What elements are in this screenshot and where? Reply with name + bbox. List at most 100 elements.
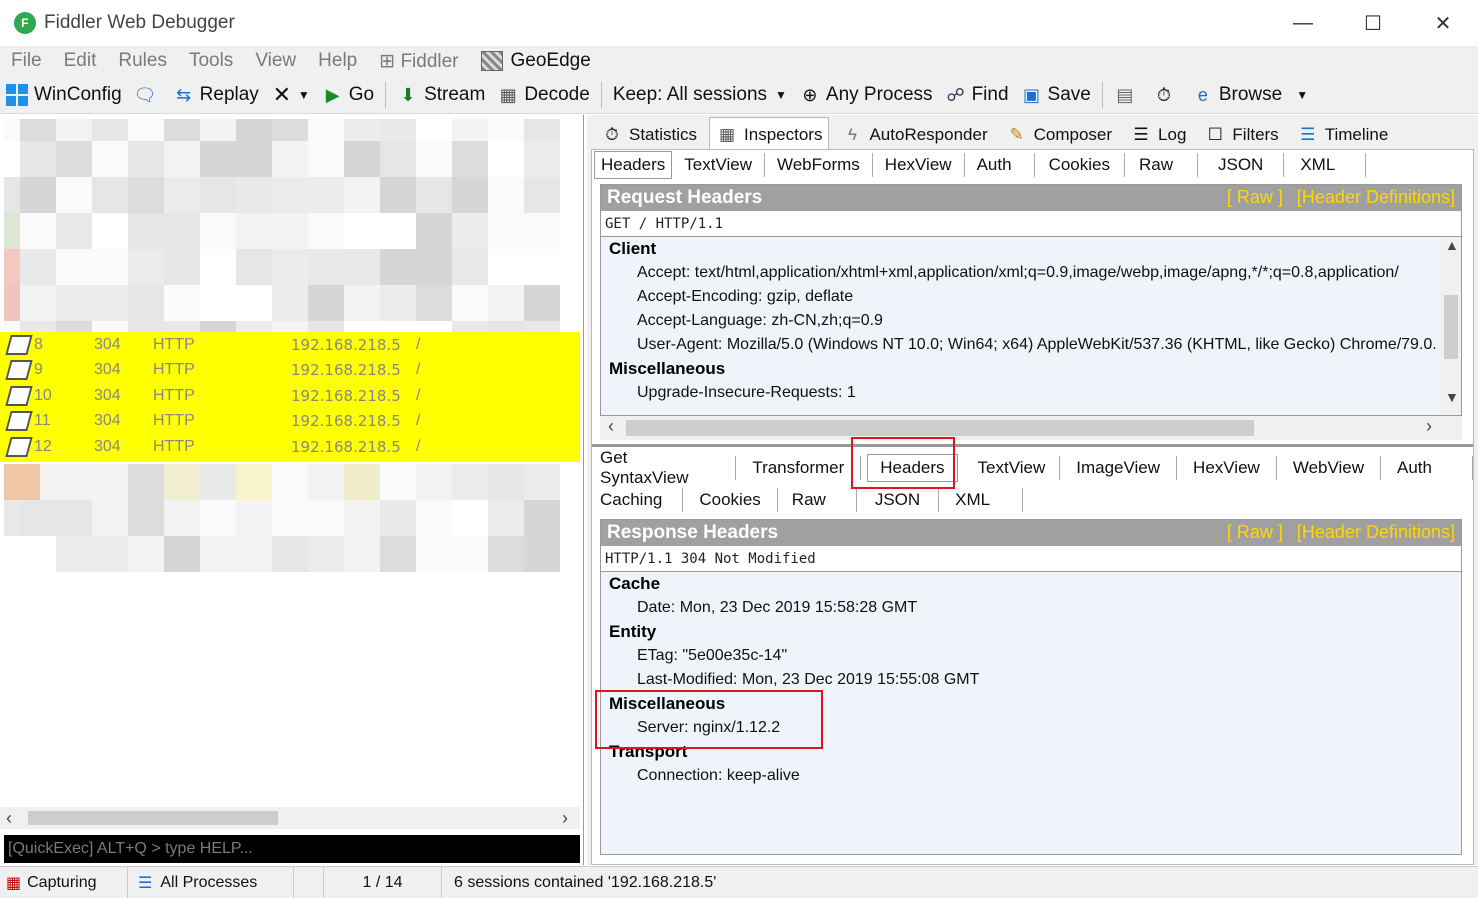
session-row[interactable]: 8 304 HTTP 192.168.218.5/ [0, 332, 580, 358]
response-raw-link[interactable]: [ Raw ] [1227, 522, 1283, 542]
close-button[interactable]: ✕ [1408, 0, 1478, 46]
tab-filters[interactable]: ☐ Filters [1198, 119, 1284, 151]
go-button[interactable]: ▶ Go [316, 78, 380, 112]
mosaic-cell [416, 464, 452, 500]
winconfig-button[interactable]: WinConfig [0, 78, 128, 112]
process-filter[interactable]: ☰ All Processes [128, 866, 294, 898]
session-row[interactable]: 10 304 HTTP 192.168.218.5/ [0, 383, 580, 409]
response-tab-transformer[interactable]: Transformer [736, 456, 862, 480]
splitter[interactable] [592, 444, 1473, 447]
response-tab-hexview[interactable]: HexView [1177, 456, 1277, 480]
response-tab-textview[interactable]: TextView [958, 456, 1061, 480]
status-message: 6 sessions contained '192.168.218.5' [454, 873, 717, 891]
tab-timeline[interactable]: ☰ Timeline [1291, 119, 1395, 151]
mosaic-cell [20, 249, 56, 285]
mosaic-cell [452, 500, 488, 536]
response-tab-json[interactable]: JSON [857, 488, 940, 512]
tab-composer[interactable]: ✎ Composer [1000, 119, 1118, 151]
session-row[interactable]: 11 304 HTTP 192.168.218.5/ [0, 409, 580, 435]
request-tab-raw[interactable]: Raw [1125, 153, 1198, 177]
any-process-button[interactable]: ⊕ Any Process [793, 78, 939, 112]
find-button[interactable]: ☍ Find [939, 78, 1015, 112]
mosaic-cell [488, 249, 524, 285]
decode-icon: ▦ [499, 84, 517, 105]
maximize-button[interactable]: ☐ [1338, 0, 1408, 46]
decode-button[interactable]: ▦ Decode [491, 78, 596, 112]
request-tab-webforms[interactable]: WebForms [765, 153, 873, 177]
mosaic-cell [164, 464, 200, 500]
scroll-left-icon[interactable]: ‹ [6, 808, 12, 829]
request-tab-hexview[interactable]: HexView [873, 153, 965, 177]
mosaic-cell [308, 464, 344, 500]
menu-rules[interactable]: Rules [107, 50, 178, 72]
mosaic-cell [308, 177, 344, 213]
menu-edit[interactable]: Edit [53, 50, 108, 72]
scroll-left-icon[interactable]: ‹ [608, 416, 614, 437]
scroll-down-icon[interactable]: ▼ [1445, 389, 1459, 405]
request-tab-textview[interactable]: TextView [672, 153, 765, 177]
response-header-definitions-link[interactable]: [Header Definitions] [1297, 522, 1455, 542]
mosaic-cell [236, 464, 272, 500]
scroll-thumb[interactable] [626, 420, 1254, 436]
tab-inspectors[interactable]: ▦ Inspectors [709, 117, 830, 151]
mosaic-cell [236, 141, 272, 177]
scroll-thumb[interactable] [28, 811, 278, 825]
request-tab-json[interactable]: JSON [1198, 153, 1285, 177]
stream-button[interactable]: ⬇ Stream [391, 78, 491, 112]
request-hscrollbar[interactable]: ‹ › [600, 416, 1462, 440]
response-tab-webview[interactable]: WebView [1277, 456, 1382, 480]
mosaic-cell [416, 536, 452, 572]
response-tab-cookies[interactable]: Cookies [683, 488, 778, 512]
minimize-button[interactable]: — [1268, 0, 1338, 46]
mosaic-cell [380, 536, 416, 572]
browse-button[interactable]: e Browse ▼ [1186, 78, 1314, 112]
session-list-hscrollbar[interactable]: ‹ › [0, 807, 580, 829]
request-vscrollbar[interactable]: ▲ ▼ [1441, 237, 1461, 415]
capturing-toggle[interactable]: ▦ Capturing [0, 866, 128, 898]
menu-fiddler[interactable]: ⊞ Fiddler [368, 50, 469, 73]
response-tab-raw[interactable]: Raw [778, 488, 857, 512]
scroll-thumb[interactable] [1444, 295, 1458, 359]
request-tab-headers[interactable]: Headers [594, 151, 673, 179]
tab-autoresponder[interactable]: ϟ AutoResponder [835, 119, 993, 151]
tab-statistics[interactable]: ⏱ Statistics [595, 119, 703, 151]
menu-geoedge[interactable]: GeoEdge [470, 50, 602, 72]
session-list[interactable]: 8 304 HTTP 192.168.218.5/ 9 304 HTTP 192.168.2… [0, 115, 584, 865]
session-row[interactable]: 12 304 HTTP 192.168.218.5/ [0, 434, 580, 460]
comment-button[interactable]: 🗨 [128, 78, 167, 112]
session-row[interactable]: 9 304 HTTP 192.168.218.5/ [0, 358, 580, 384]
response-tabs-row2: Caching Cookies Raw JSON XML [594, 485, 1024, 515]
scroll-up-icon[interactable]: ▲ [1445, 237, 1459, 253]
response-tab-xml[interactable]: XML [939, 488, 1024, 512]
tab-log[interactable]: ☰ Log [1124, 119, 1192, 151]
quickexec-input[interactable]: [QuickExec] ALT+Q > type HELP... [4, 835, 580, 863]
response-tab-auth[interactable]: Auth [1381, 456, 1473, 480]
remove-button[interactable]: ✕ ▼ [265, 78, 316, 112]
menu-tools[interactable]: Tools [178, 50, 244, 72]
mosaic-cell [380, 464, 416, 500]
request-raw-link[interactable]: [ Raw ] [1227, 187, 1283, 207]
mosaic-cell [200, 249, 236, 285]
chevron-down-icon: ▼ [775, 87, 787, 102]
save-button[interactable]: ▣ Save [1015, 78, 1097, 112]
request-header-definitions-link[interactable]: [Header Definitions] [1297, 187, 1455, 207]
screenshot-button[interactable]: ▤ [1108, 78, 1147, 112]
mosaic-cell [4, 500, 20, 536]
request-tab-xml[interactable]: XML [1284, 153, 1367, 177]
menu-view[interactable]: View [244, 50, 307, 72]
scroll-right-icon[interactable]: › [1426, 416, 1432, 437]
request-tab-auth[interactable]: Auth [965, 153, 1035, 177]
replay-button[interactable]: ⇆ Replay [167, 78, 265, 112]
response-tab-caching[interactable]: Caching [594, 488, 684, 512]
keep-sessions-dropdown[interactable]: Keep: All sessions ▼ [607, 78, 793, 112]
response-headers-title: Response Headers [ Raw ] [Header Definiti… [601, 520, 1461, 546]
request-tab-cookies[interactable]: Cookies [1035, 153, 1125, 177]
mosaic-cell [92, 213, 128, 249]
filter-icon: ☰ [138, 874, 153, 892]
response-tab-get-syntaxview[interactable]: Get SyntaxView [594, 448, 737, 487]
menu-help[interactable]: Help [307, 50, 368, 72]
response-tab-imageview[interactable]: ImageView [1060, 456, 1178, 480]
menu-file[interactable]: File [0, 50, 53, 72]
scroll-right-icon[interactable]: › [562, 808, 568, 829]
timer-button[interactable]: ⏱ [1147, 78, 1186, 112]
